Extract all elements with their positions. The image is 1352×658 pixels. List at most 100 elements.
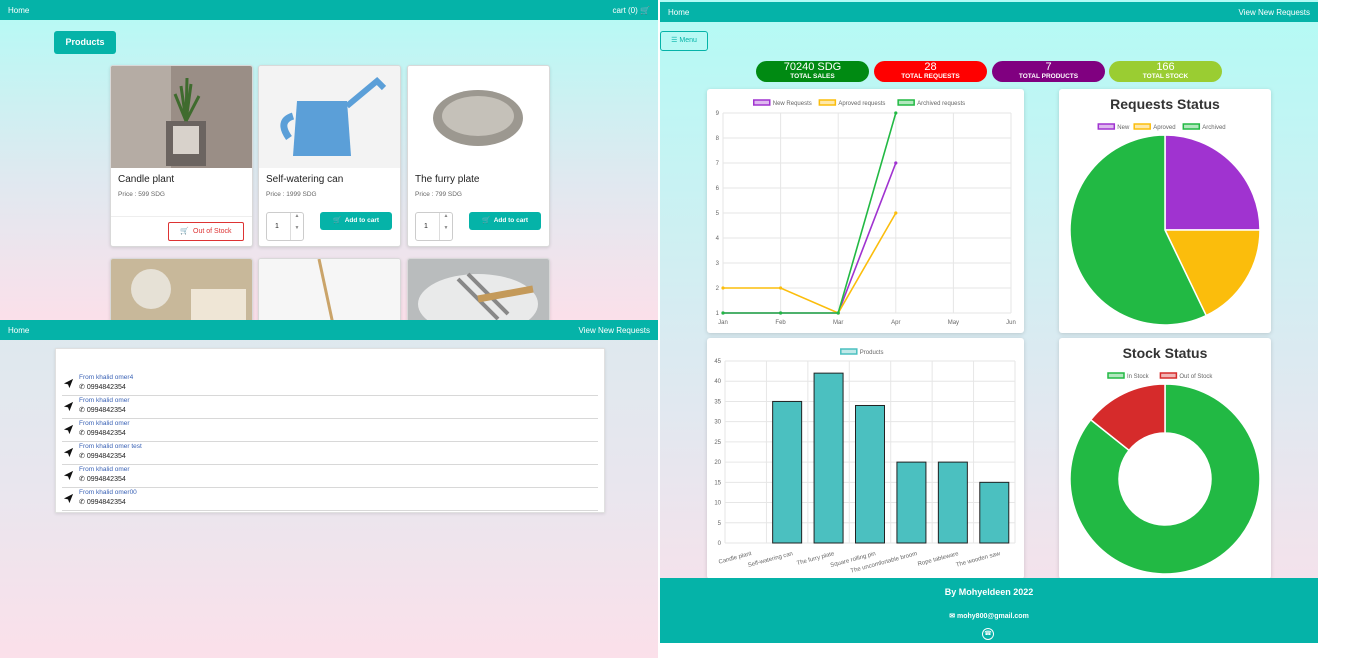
line-legend-swatch	[753, 99, 771, 106]
requests-status-slice	[1164, 134, 1261, 231]
message-sender[interactable]: From khalid omer	[79, 397, 130, 404]
stat-caption: TOTAL REQUESTS	[901, 73, 960, 80]
message-phone: ✆ 0994842354	[79, 406, 126, 414]
stock-status-legend-swatch	[1107, 372, 1125, 379]
requests-status-legend-label: Archived	[1202, 125, 1225, 131]
stepper-arrows-icon[interactable]: ▲ ▼	[290, 213, 303, 240]
add-to-cart-button[interactable]: 🛒 Add to cart	[469, 212, 541, 230]
x-tick-label: May	[948, 320, 959, 326]
message-item[interactable]: From khalid omer ✆ 0994842354	[62, 395, 598, 419]
x-tick-label: Jun	[1006, 320, 1016, 326]
footer-email[interactable]: ✉ mohy800@gmail.com	[660, 612, 1318, 620]
line-legend-label: Archived requests	[917, 101, 965, 107]
message-item[interactable]: From khalid omer4 ✆ 0994842354	[62, 372, 598, 396]
y-tick-label: 10	[714, 501, 721, 507]
nav-home-link[interactable]: Home	[8, 6, 29, 15]
bar-legend-label: Products	[860, 350, 884, 356]
message-item[interactable]: From khalid omer00 ✆ 0994842354	[62, 487, 598, 511]
product-name: The furry plate	[415, 174, 480, 185]
quantity-value: 1	[424, 223, 428, 230]
y-tick-label: 6	[716, 186, 720, 192]
cart-label: cart (0)	[612, 6, 638, 15]
y-tick-label: 3	[716, 261, 720, 267]
series-point-1	[894, 211, 898, 215]
view-new-requests-link[interactable]: View New Requests	[579, 326, 650, 335]
line-legend-label: Aproved requests	[838, 101, 885, 107]
stock-status-legend-label: In Stock	[1127, 374, 1150, 380]
message-item[interactable]: From khalid omer test ✆ 0994842354	[62, 441, 598, 465]
add-to-cart-button[interactable]: 🛒 Add to cart	[320, 212, 392, 230]
message-item[interactable]: From khalid omer ✆ 0994842354	[62, 464, 598, 488]
quantity-stepper[interactable]: 1 ▲ ▼	[415, 212, 453, 241]
y-tick-label: 8	[716, 136, 720, 142]
message-sender[interactable]: From khalid omer00	[79, 489, 137, 496]
phone-icon: ✆	[79, 453, 85, 460]
products-button[interactable]: Products	[54, 31, 116, 54]
requests-navbar: Home View New Requests	[0, 320, 658, 340]
message-sender[interactable]: From khalid omer	[79, 420, 130, 427]
line-legend-swatch	[897, 99, 915, 106]
products-bar-chart: 051015202530354045ProductsCandle plantSe…	[714, 348, 1016, 575]
footer-email-text: mohy800@gmail.com	[957, 613, 1029, 620]
quantity-stepper[interactable]: 1 ▲ ▼	[266, 212, 304, 241]
quantity-value: 1	[275, 223, 279, 230]
series-point-1	[779, 286, 783, 290]
envelope-icon: ✉	[949, 613, 956, 620]
menu-button[interactable]: ☰ Menu	[660, 31, 708, 51]
view-new-requests-link[interactable]: View New Requests	[1239, 8, 1310, 17]
phone-icon: ✆	[79, 430, 85, 437]
y-tick-label: 30	[714, 420, 721, 426]
stock-status-box: Stock Status In Stock Out of Stock	[1059, 338, 1271, 579]
y-tick-label: 2	[716, 286, 720, 292]
send-icon	[63, 376, 74, 394]
stat-value: 28	[924, 61, 937, 73]
send-icon	[63, 468, 74, 486]
whatsapp-icon[interactable]: ☎	[982, 628, 994, 640]
product-image-candle-plant	[111, 66, 252, 168]
cart-link[interactable]: cart (0) 🛒	[612, 6, 650, 15]
y-tick-label: 15	[714, 480, 721, 486]
add-to-cart-label: Add to cart	[493, 217, 529, 224]
requests-status-legend-label: Aproved	[1153, 125, 1175, 131]
requests-line-chart-box: 1 2 3 4 5 6 7 8 9 Jan Feb Mar Apr May Jun New Requests A…	[707, 89, 1024, 333]
footer-credit: By Mohyeldeen 2022	[944, 587, 1034, 597]
bar	[937, 461, 968, 544]
product-card: The furry plate Price : 799 SDG 1 ▲ ▼ 🛒 Ad…	[407, 65, 550, 247]
total-requests-stat: 28 TOTAL REQUESTS	[874, 61, 987, 82]
message-sender[interactable]: From khalid omer	[79, 466, 130, 473]
out-of-stock-label: Out of Stock	[193, 228, 232, 235]
dashboard-panel: Home View New Requests ☰ Menu 70240 SDG T…	[660, 0, 1318, 643]
bar	[979, 481, 1010, 544]
stock-status-legend-label: Out of Stock	[1179, 374, 1213, 380]
phone-number: 0994842354	[86, 407, 126, 414]
product-price: Price : 599 SDG	[118, 191, 165, 198]
requests-status-title: Requests Status	[1110, 96, 1220, 112]
requests-status-box: Requests Status New Aproved Archived	[1059, 89, 1271, 333]
phone-number: 0994842354	[86, 476, 126, 483]
product-image-self-watering-can	[259, 66, 400, 168]
nav-home-link[interactable]: Home	[8, 326, 29, 335]
series-point-0	[894, 161, 898, 165]
shop-navbar: Home cart (0) 🛒	[0, 0, 658, 20]
message-sender[interactable]: From khalid omer test	[79, 443, 142, 450]
requests-status-legend-swatch	[1097, 123, 1116, 130]
message-phone: ✆ 0994842354	[79, 498, 126, 506]
y-tick-label: 5	[718, 521, 722, 527]
products-bar-chart-box: 0 5 10 15 20 25 30 35 40 45 Products Candle plant Se…	[707, 338, 1024, 579]
message-sender[interactable]: From khalid omer4	[79, 374, 133, 381]
bar	[855, 404, 885, 544]
hamburger-icon: ☰	[671, 37, 678, 44]
stat-caption: TOTAL SALES	[790, 73, 835, 80]
product-name: Self-watering can	[266, 174, 344, 185]
phone-number: 0994842354	[86, 453, 126, 460]
stepper-arrows-icon[interactable]: ▲ ▼	[439, 213, 452, 240]
cart-icon: 🛒	[640, 6, 650, 15]
out-of-stock-button[interactable]: 🛒 Out of Stock	[168, 222, 244, 241]
nav-home-link[interactable]: Home	[668, 8, 689, 17]
x-tick-label: The wooden saw	[955, 551, 1001, 569]
y-tick-label: 4	[716, 236, 720, 242]
phone-icon: ✆	[79, 384, 85, 391]
message-item[interactable]: From khalid omer ✆ 0994842354	[62, 418, 598, 442]
menu-button-label: Menu	[679, 37, 697, 44]
send-icon	[63, 445, 74, 463]
